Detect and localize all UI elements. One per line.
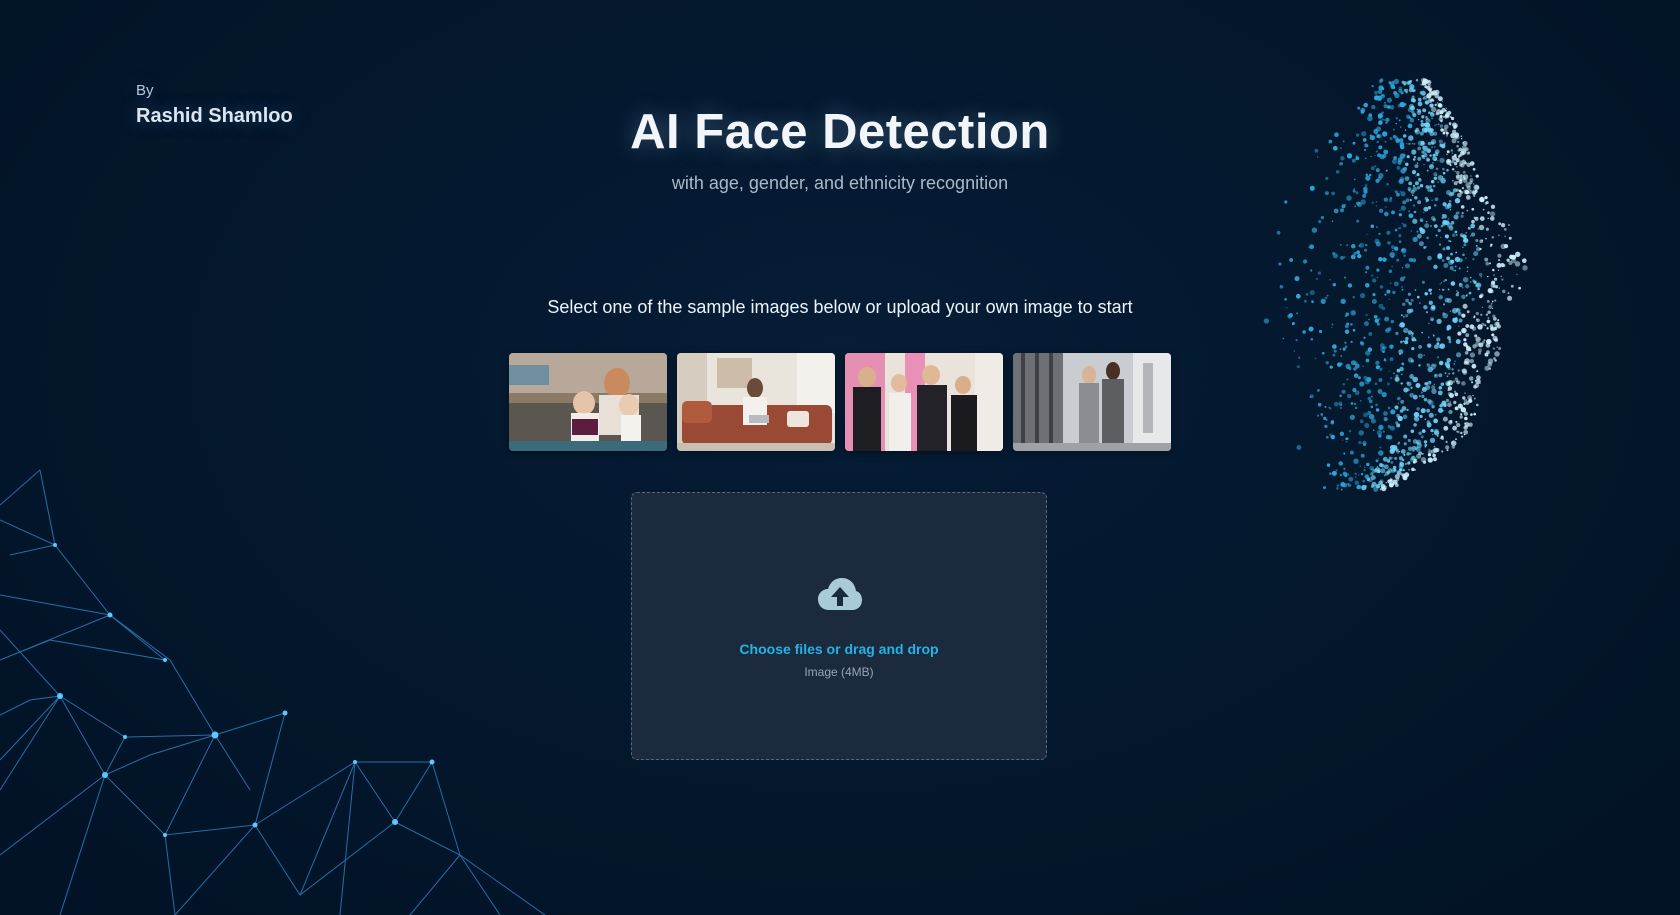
- page-title: AI Face Detection: [630, 105, 1050, 159]
- upload-hint: Image (4MB): [804, 665, 874, 679]
- cloud-upload-icon: [818, 578, 862, 610]
- sample-image-hallway-pair[interactable]: [1013, 353, 1171, 451]
- instruction-text: Select one of the sample images below or…: [547, 297, 1133, 317]
- page: By Rashid Shamloo AI Face Detection with…: [0, 0, 1680, 915]
- network-decoration: [0, 469, 546, 915]
- sample-images: [509, 353, 1171, 451]
- page-subtitle: with age, gender, and ethnicity recognit…: [671, 173, 1009, 193]
- choose-files-label[interactable]: Choose files or drag and drop: [632, 641, 1046, 657]
- sample-image-business-group[interactable]: [845, 353, 1003, 451]
- author-by-label: By: [136, 82, 154, 99]
- sample-image-family[interactable]: [509, 353, 667, 451]
- upload-dropzone[interactable]: Choose files or drag and drop Image (4MB…: [631, 492, 1047, 760]
- sample-image-woman-sofa[interactable]: [677, 353, 835, 451]
